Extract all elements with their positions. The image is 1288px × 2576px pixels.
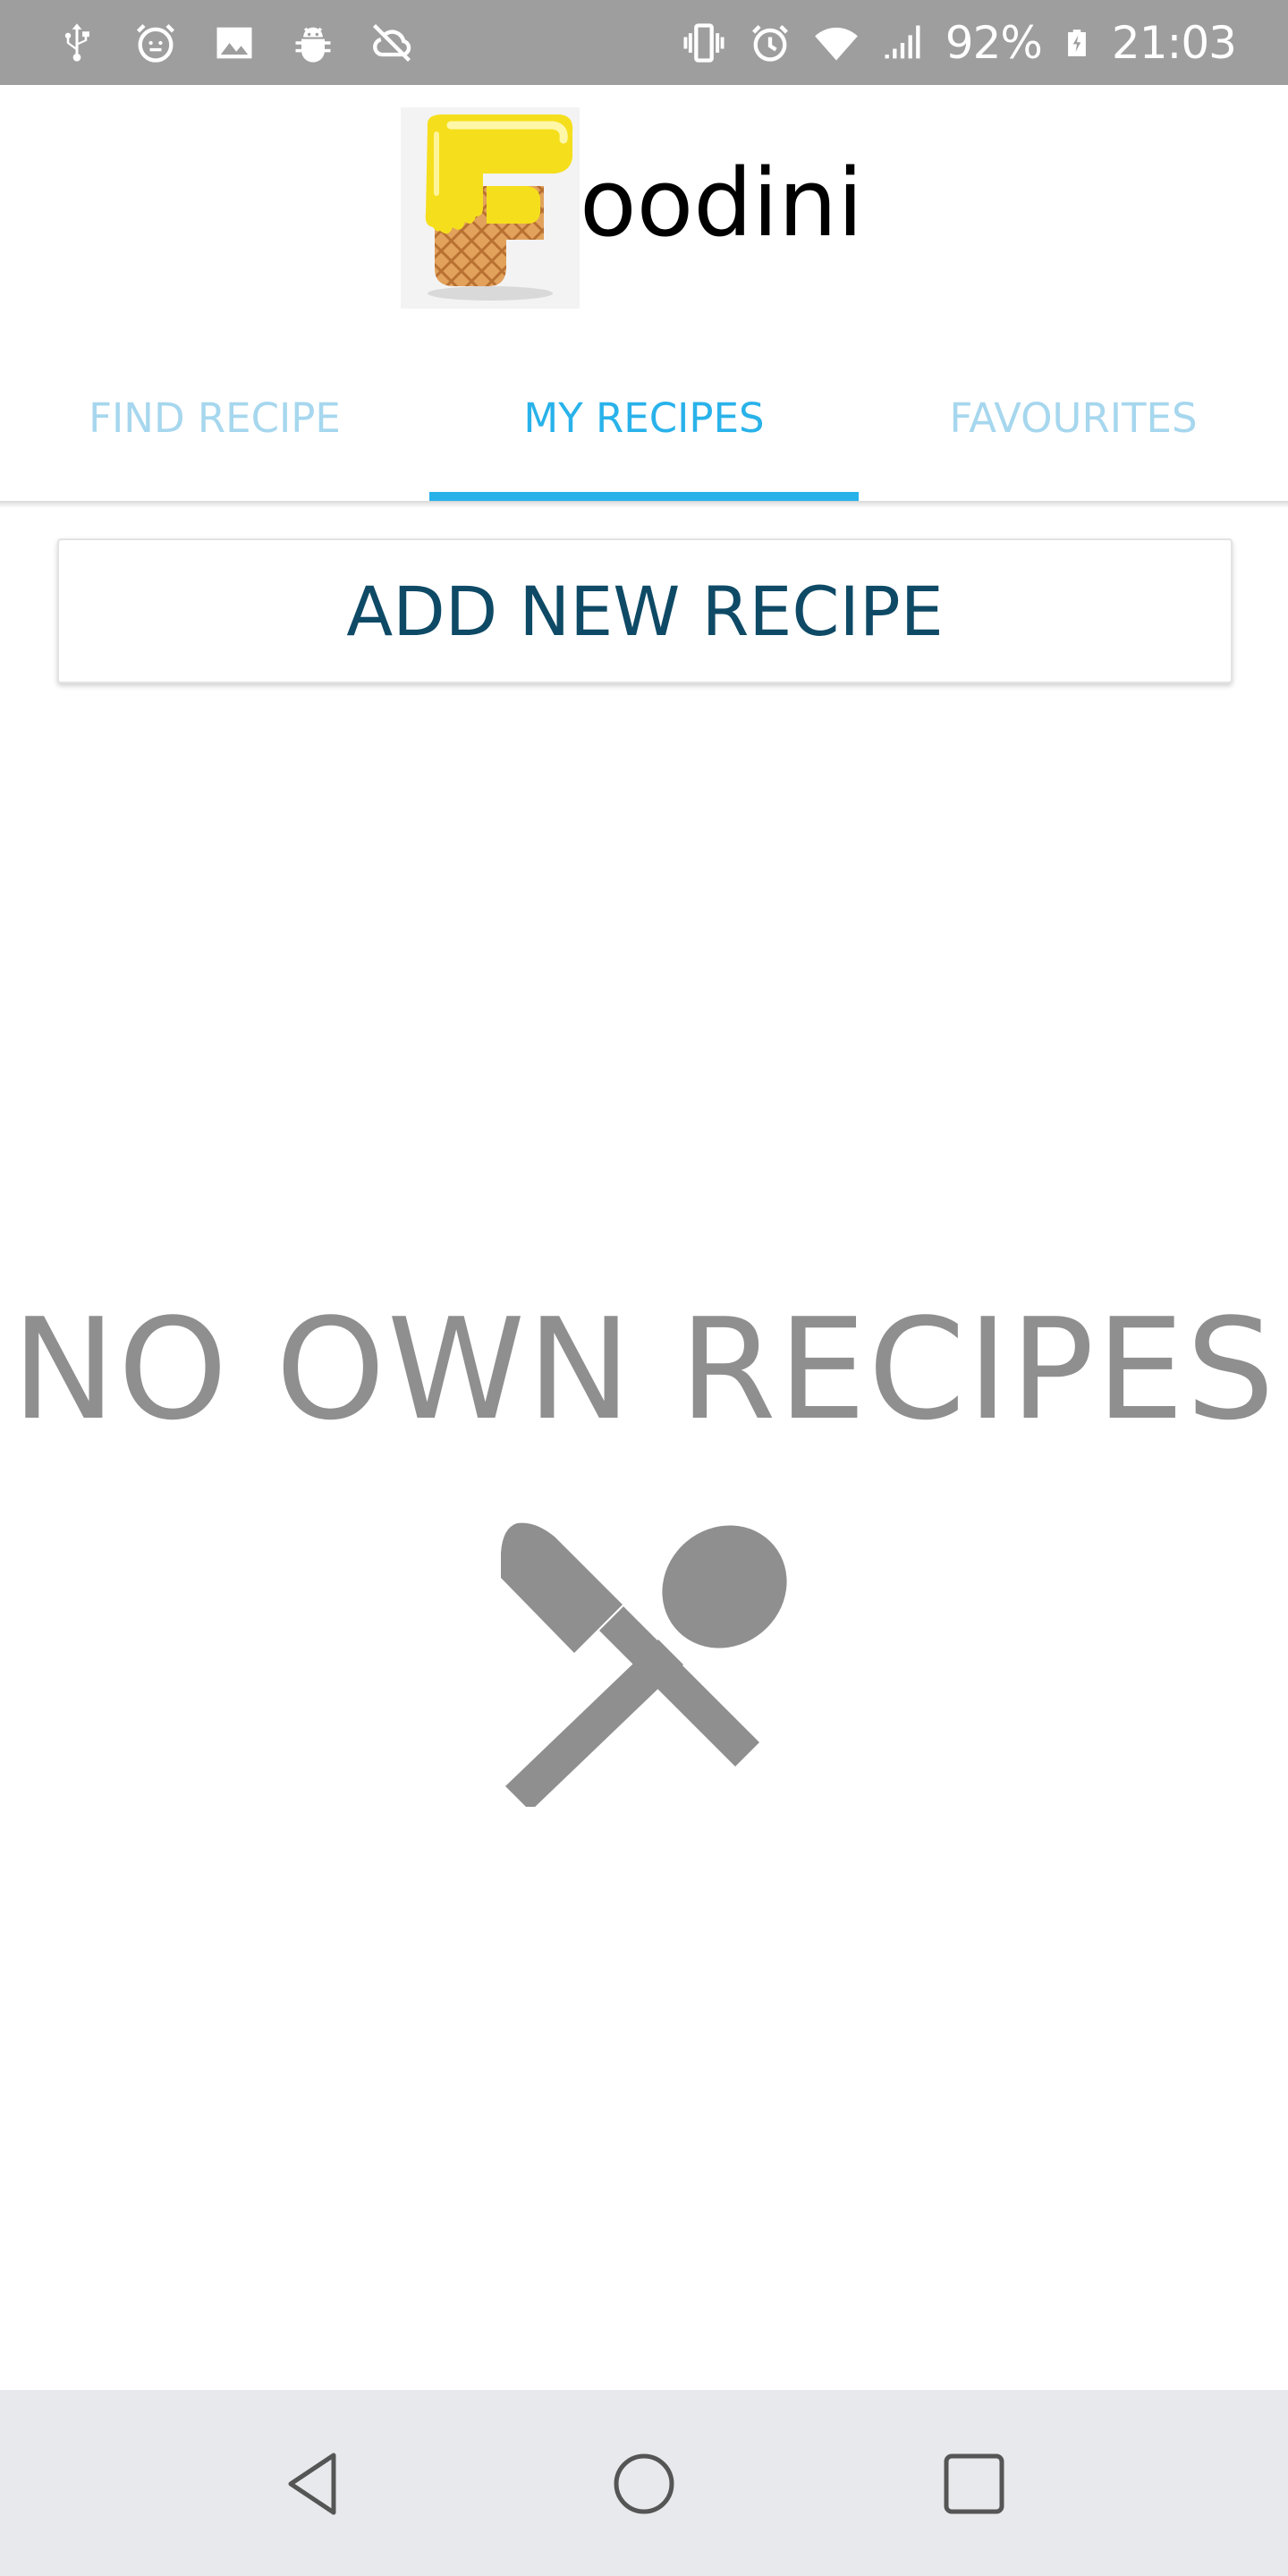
- status-bar: 92% 21:03: [0, 0, 1288, 85]
- tab-bar-shadow: [0, 501, 1288, 508]
- tab-find-recipe[interactable]: FIND RECIPE: [0, 335, 429, 501]
- usb-icon: [64, 22, 89, 62]
- alarm-clock-face-icon: [136, 23, 175, 63]
- system-nav-bar: [0, 2390, 1288, 2576]
- status-bar-left: [54, 0, 415, 85]
- app-screen: 92% 21:03 oodini FIND RECIPE MY RECIPES …: [0, 0, 1288, 2576]
- battery-percent: 92%: [945, 16, 1043, 69]
- knife-spoon-icon: [501, 1522, 787, 1807]
- recents-icon: [944, 2453, 1004, 2514]
- battery-charging-icon: [1067, 29, 1086, 56]
- android-debug-icon: [295, 27, 331, 63]
- recents-button[interactable]: [916, 2426, 1032, 2542]
- alarm-icon: [751, 24, 788, 62]
- tab-my-recipes[interactable]: MY RECIPES: [429, 335, 859, 501]
- home-icon: [614, 2453, 674, 2514]
- back-button[interactable]: [256, 2426, 372, 2542]
- waffle-f-logo: [401, 107, 580, 309]
- tab-favourites[interactable]: FAVOURITES: [859, 335, 1288, 501]
- status-bar-right: 92% 21:03: [681, 0, 1237, 85]
- home-button[interactable]: [586, 2426, 702, 2542]
- add-new-recipe-button[interactable]: ADD NEW RECIPE: [57, 538, 1233, 683]
- back-icon: [288, 2453, 336, 2515]
- empty-state-title: NO OWN RECIPES: [12, 1288, 1276, 1451]
- vibrate-icon: [683, 22, 724, 63]
- app-title: oodini: [580, 148, 863, 258]
- image-icon: [216, 27, 252, 58]
- wifi-icon: [814, 27, 858, 60]
- signal-icon: [885, 25, 920, 58]
- status-time: 21:03: [1111, 16, 1237, 69]
- sync-off-icon: [372, 23, 411, 62]
- tab-bar: FIND RECIPE MY RECIPES FAVOURITES: [0, 335, 1288, 502]
